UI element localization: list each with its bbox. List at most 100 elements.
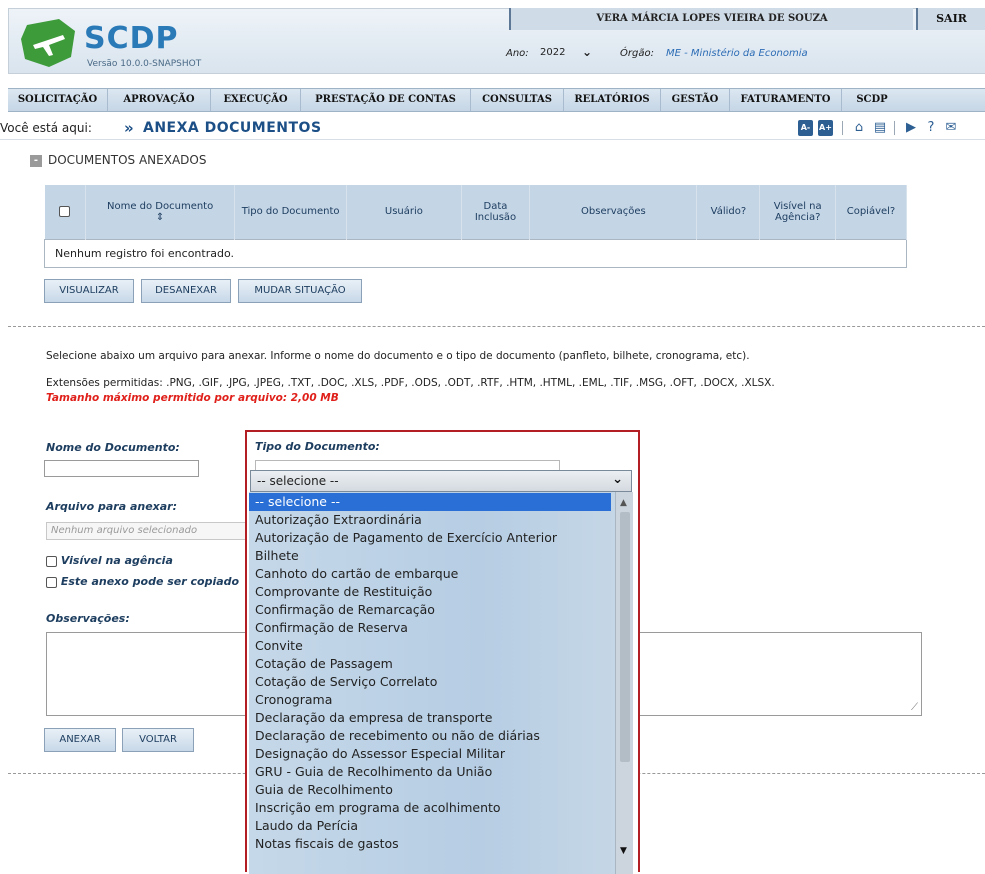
font-increase-button[interactable]: A+ (818, 120, 833, 136)
col-nome-documento-label: Nome do Documento (106, 200, 214, 212)
help-icon[interactable]: ? (923, 120, 939, 136)
max-size-warning: Tamanho máximo permitido por arquivo: 2,… (46, 392, 339, 404)
home-icon[interactable]: ⌂ (851, 120, 867, 136)
anexar-button[interactable]: ANEXAR (44, 728, 116, 752)
visualizar-button[interactable]: VISUALIZAR (44, 279, 134, 303)
col-observacoes: Observações (529, 185, 698, 239)
dropdown-option[interactable]: Notas fiscais de gastos (249, 835, 611, 853)
dropdown-option[interactable]: Comprovante de Restituição (249, 583, 611, 601)
col-visivel-agencia: Visível na Agência? (759, 185, 836, 239)
breadcrumb-arrow-icon: » (124, 119, 134, 137)
dropdown-option[interactable]: Laudo da Perícia (249, 817, 611, 835)
dropdown-option[interactable]: Declaração de recebimento ou não de diár… (249, 727, 611, 745)
tipo-documento-options: -- selecione -- Autorização Extraordinár… (249, 492, 633, 874)
orgao-label: Órgão: (620, 48, 654, 59)
instructions-text: Selecione abaixo um arquivo para anexar.… (46, 350, 750, 362)
scdp-logo-icon (21, 19, 75, 67)
col-copiavel: Copiável? (835, 185, 908, 239)
nav-scdp[interactable]: SCDP (842, 89, 902, 111)
tipo-documento-label: Tipo do Documento: (255, 440, 380, 453)
dropdown-option[interactable]: Confirmação de Reserva (249, 619, 611, 637)
col-tipo-documento: Tipo do Documento (234, 185, 348, 239)
col-valido: Válido? (696, 185, 761, 239)
ano-value: 2022 (540, 47, 566, 58)
dropdown-option[interactable]: Cotação de Passagem (249, 655, 611, 673)
scrollbar-thumb[interactable] (620, 512, 630, 762)
chat-icon[interactable]: ▤ (872, 120, 888, 136)
dropdown-option[interactable]: Autorização de Pagamento de Exercício An… (249, 529, 611, 547)
dropdown-option[interactable]: Confirmação de Remarcação (249, 601, 611, 619)
col-nome-documento[interactable]: Nome do Documento ⇕ (85, 185, 236, 239)
select-all-checkbox-cell (44, 185, 87, 239)
dropdown-option[interactable]: Cronograma (249, 691, 611, 709)
ano-select[interactable]: 2022 ⌄ (536, 45, 600, 63)
nav-prestacao-de-contas[interactable]: PRESTAÇÃO DE CONTAS (301, 89, 471, 111)
tipo-documento-input (255, 460, 560, 470)
col-usuario: Usuário (346, 185, 462, 239)
dropdown-option[interactable]: Declaração da empresa de transporte (249, 709, 611, 727)
nav-solicitacao[interactable]: SOLICITAÇÃO (8, 89, 108, 111)
logout-button[interactable]: SAIR (916, 8, 985, 30)
sort-icon: ⇕ (155, 211, 165, 223)
visivel-agencia-row[interactable]: Visível na agência (46, 554, 173, 567)
arquivo-label: Arquivo para anexar: (46, 500, 178, 513)
file-input[interactable]: Nenhum arquivo selecionado (46, 522, 252, 540)
dropdown-option[interactable]: Canhoto do cartão de embarque (249, 565, 611, 583)
dropdown-option[interactable]: Bilhete (249, 547, 611, 565)
observacoes-label: Observações: (46, 612, 130, 625)
nome-documento-input[interactable] (44, 460, 199, 477)
video-icon[interactable]: ▶ (903, 120, 919, 136)
breadcrumb: Você está aqui: » ANEXA DOCUMENTOS A- A+… (0, 118, 985, 140)
dropdown-option[interactable]: Guia de Recolhimento (249, 781, 611, 799)
mail-icon[interactable]: ✉ (943, 120, 959, 136)
empty-message: Nenhum registro foi encontrado. (44, 238, 907, 268)
ano-label: Ano: (506, 48, 529, 59)
nav-consultas[interactable]: CONSULTAS (471, 89, 564, 111)
scroll-down-icon[interactable]: ▼ (620, 846, 627, 856)
nav-aprovacao[interactable]: APROVAÇÃO (108, 89, 211, 111)
tipo-documento-selected: -- selecione -- (257, 474, 339, 488)
toolbar-divider (894, 121, 895, 135)
resize-grip-icon[interactable]: ⟋ (911, 702, 918, 713)
table-header-row: Nome do Documento ⇕ Tipo do Documento Usu… (44, 185, 908, 239)
main-nav: SOLICITAÇÃO APROVAÇÃO EXECUÇÃO PRESTAÇÃO… (8, 88, 985, 112)
copiavel-row[interactable]: Este anexo pode ser copiado (46, 575, 239, 588)
select-all-checkbox[interactable] (59, 206, 71, 217)
chevron-down-icon: ⌄ (612, 472, 623, 487)
section-title: DOCUMENTOS ANEXADOS (48, 153, 207, 167)
nav-execucao[interactable]: EXECUÇÃO (211, 89, 301, 111)
orgao-value: ME - Ministério da Economia (666, 48, 808, 59)
desanexar-button[interactable]: DESANEXAR (141, 279, 231, 303)
nav-gestao[interactable]: GESTÃO (661, 89, 730, 111)
collapse-toggle-icon[interactable]: - (30, 155, 42, 167)
dropdown-scrollbar[interactable]: ▲ ▼ (615, 492, 633, 874)
option-selecione[interactable]: -- selecione -- (249, 493, 611, 511)
copiavel-label: Este anexo pode ser copiado (60, 575, 240, 588)
header: SCDP Versão 10.0.0-SNAPSHOT VERA MÁRCIA … (0, 0, 985, 82)
nome-documento-label: Nome do Documento: (46, 441, 180, 454)
dropdown-option[interactable]: Cotação de Serviço Correlato (249, 673, 611, 691)
tipo-documento-select[interactable]: -- selecione -- ⌄ (250, 470, 632, 492)
page-title: ANEXA DOCUMENTOS (143, 120, 322, 136)
dropdown-option[interactable]: Convite (249, 637, 611, 655)
dropdown-option[interactable]: Designação do Assessor Especial Militar (249, 745, 611, 763)
nav-relatorios[interactable]: RELATÓRIOS (564, 89, 661, 111)
documents-table: Nome do Documento ⇕ Tipo do Documento Usu… (44, 185, 908, 268)
table-row: Nenhum registro foi encontrado. (44, 238, 907, 268)
scroll-up-icon[interactable]: ▲ (620, 498, 627, 508)
app-version: Versão 10.0.0-SNAPSHOT (87, 59, 202, 69)
font-decrease-button[interactable]: A- (798, 120, 813, 136)
voltar-button[interactable]: VOLTAR (122, 728, 194, 752)
dropdown-option[interactable]: GRU - Guia de Recolhimento da União (249, 763, 611, 781)
visivel-agencia-checkbox[interactable] (46, 555, 57, 567)
visivel-agencia-label: Visível na agência (60, 554, 173, 567)
breadcrumb-label: Você está aqui: (0, 121, 92, 135)
mudar-situacao-button[interactable]: MUDAR SITUAÇÃO (238, 279, 362, 303)
copiavel-checkbox[interactable] (46, 576, 57, 588)
dropdown-option[interactable]: Autorização Extraordinária (249, 511, 611, 529)
tipo-documento-highlight: Tipo do Documento: -- selecione -- ⌄ -- … (245, 430, 640, 874)
toolbar-divider (842, 121, 843, 135)
dropdown-option[interactable]: Inscrição em programa de acolhimento (249, 799, 611, 817)
nav-faturamento[interactable]: FATURAMENTO (730, 89, 842, 111)
app-name: SCDP (84, 21, 179, 56)
